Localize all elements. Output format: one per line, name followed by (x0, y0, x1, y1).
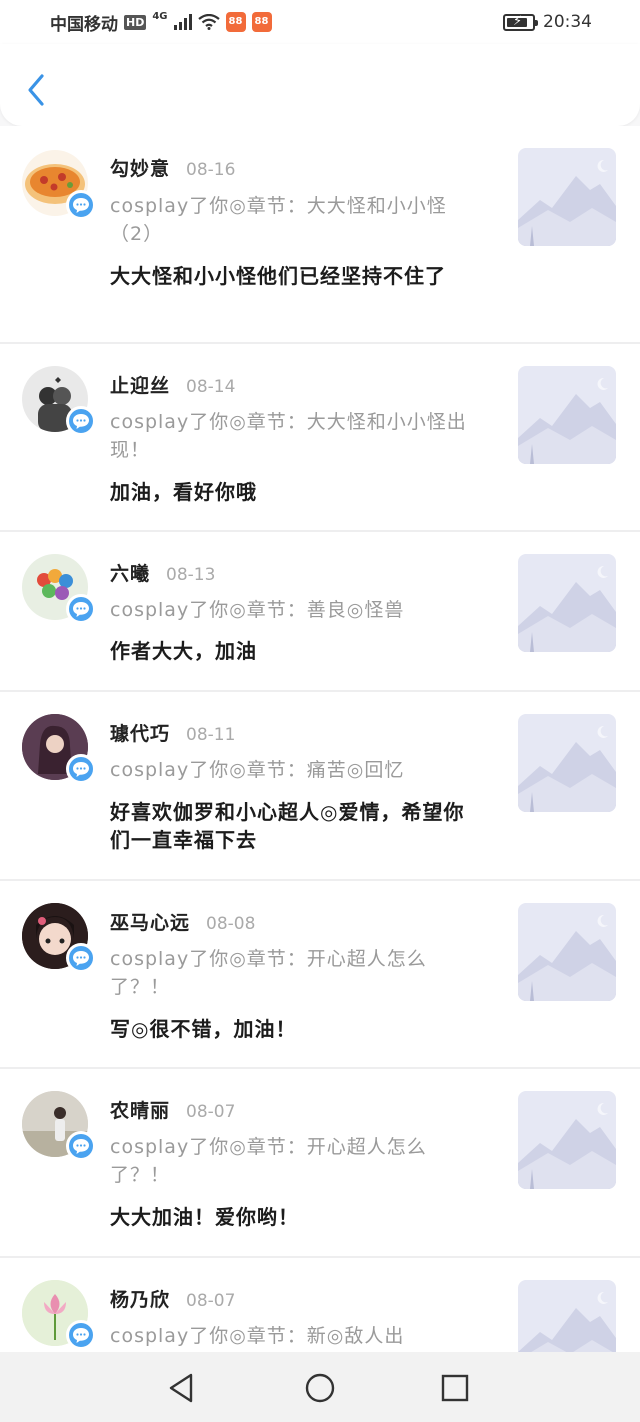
comment-badge-icon (66, 943, 96, 973)
comment-date: 08-08 (206, 914, 256, 934)
triangle-back-icon[interactable] (164, 1370, 200, 1406)
signal-icon (173, 14, 192, 30)
comment-badge-icon (66, 1131, 96, 1161)
app-header (0, 44, 640, 126)
avatar[interactable] (22, 1091, 96, 1161)
status-bar: 中国移动 HD 4G 88 88 ⚡ 20:34 (0, 0, 640, 44)
list-item[interactable]: 农晴丽 08-07 cosplay了你◎章节：开心超人怎么了？！ 大大加油！爱你… (0, 1069, 640, 1258)
comment-header: 勾妙意 08-16 (110, 154, 235, 181)
wifi-icon (197, 14, 220, 30)
avatar[interactable] (22, 1280, 96, 1350)
list-item[interactable]: 六曦 08-13 cosplay了你◎章节：善良◎怪兽 作者大大，加油 (0, 532, 640, 692)
user-name[interactable]: 六曦 (110, 559, 150, 586)
quoted-chapter: cosplay了你◎章节：开心超人怎么了？！ (110, 1136, 427, 1186)
carrier-name: 中国移动 (50, 14, 118, 35)
comment-text: 大大加油！爱你哟！ (110, 1205, 299, 1229)
comment-header: 璩代巧 08-11 (110, 719, 235, 746)
thumbnail-placeholder-image[interactable] (518, 554, 616, 652)
comment-text: 好喜欢伽罗和小心超人◎爱情，希望你们一直幸福下去 (110, 800, 465, 852)
square-recents-icon[interactable] (437, 1370, 473, 1406)
comment-header: 农晴丽 08-07 (110, 1096, 235, 1123)
quoted-chapter: cosplay了你◎章节：开心超人怎么了？！ (110, 948, 427, 998)
app-notification-icon: 88 (251, 12, 272, 32)
battery-icon: ⚡ (503, 13, 538, 31)
quoted-chapter: cosplay了你◎章节：大大怪和小小怪出现！ (110, 411, 467, 461)
system-nav-bar (0, 1352, 640, 1422)
comment-text: 作者大大，加油 (110, 639, 257, 663)
user-name[interactable]: 勾妙意 (110, 154, 170, 181)
comment-date: 08-16 (186, 160, 236, 180)
list-item[interactable]: 勾妙意 08-16 cosplay了你◎章节：大大怪和小小怪（2） 大大怪和小小… (0, 126, 640, 344)
status-left: 中国移动 HD 4G 88 88 (50, 10, 272, 35)
network-type: 4G (152, 11, 168, 22)
comment-badge-icon (66, 594, 96, 624)
quoted-chapter: cosplay了你◎章节：新◎敌人出 (110, 1325, 405, 1347)
status-right: ⚡ 20:34 (503, 10, 592, 34)
comment-badge-icon (66, 190, 96, 220)
comment-date: 08-14 (186, 377, 236, 397)
comment-list[interactable]: 勾妙意 08-16 cosplay了你◎章节：大大怪和小小怪（2） 大大怪和小小… (0, 126, 640, 1352)
avatar[interactable] (22, 903, 96, 973)
avatar[interactable] (22, 554, 96, 624)
user-name[interactable]: 杨乃欣 (110, 1285, 170, 1312)
app-notification-icon: 88 (225, 12, 246, 32)
comment-date: 08-11 (186, 725, 236, 745)
list-item[interactable]: 止迎丝 08-14 cosplay了你◎章节：大大怪和小小怪出现！ 加油，看好你… (0, 344, 640, 532)
quoted-chapter: cosplay了你◎章节：痛苦◎回忆 (110, 759, 405, 781)
thumbnail-placeholder-image[interactable] (518, 148, 616, 246)
comment-date: 08-13 (166, 565, 216, 585)
comment-header: 杨乃欣 08-07 (110, 1285, 235, 1312)
comment-date: 08-07 (186, 1102, 236, 1122)
thumbnail-placeholder-image[interactable] (518, 1280, 616, 1352)
avatar[interactable] (22, 150, 96, 220)
user-name[interactable]: 璩代巧 (110, 719, 170, 746)
avatar[interactable] (22, 366, 96, 436)
thumbnail-placeholder-image[interactable] (518, 714, 616, 812)
circle-home-icon[interactable] (302, 1370, 338, 1406)
charging-icon: ⚡ (513, 13, 523, 29)
comment-text: 加油，看好你哦 (110, 480, 257, 504)
list-item[interactable]: 巫马心远 08-08 cosplay了你◎章节：开心超人怎么了？！ 写◎很不错，… (0, 881, 640, 1069)
hd-badge: HD (124, 14, 147, 30)
thumbnail-placeholder-image[interactable] (518, 366, 616, 464)
user-name[interactable]: 农晴丽 (110, 1096, 170, 1123)
comment-header: 巫马心远 08-08 (110, 908, 255, 935)
user-name[interactable]: 止迎丝 (110, 371, 170, 398)
comment-badge-icon (66, 1320, 96, 1350)
quoted-chapter: cosplay了你◎章节：大大怪和小小怪（2） (110, 195, 447, 245)
thumbnail-placeholder-image[interactable] (518, 1091, 616, 1189)
user-name[interactable]: 巫马心远 (110, 908, 190, 935)
chevron-left-icon[interactable] (20, 70, 52, 110)
comment-text: 大大怪和小小怪他们已经坚持不住了 (110, 264, 446, 288)
list-item[interactable]: 璩代巧 08-11 cosplay了你◎章节：痛苦◎回忆 好喜欢伽罗和小心超人◎… (0, 692, 640, 881)
comment-date: 08-07 (186, 1291, 236, 1311)
quoted-chapter: cosplay了你◎章节：善良◎怪兽 (110, 599, 405, 621)
comment-badge-icon (66, 406, 96, 436)
comment-text: 写◎很不错，加油！ (110, 1017, 297, 1041)
comment-header: 止迎丝 08-14 (110, 371, 235, 398)
comment-header: 六曦 08-13 (110, 559, 215, 586)
thumbnail-placeholder-image[interactable] (518, 903, 616, 1001)
avatar[interactable] (22, 714, 96, 784)
list-item[interactable]: 杨乃欣 08-07 cosplay了你◎章节：新◎敌人出 (0, 1258, 640, 1352)
comment-badge-icon (66, 754, 96, 784)
clock: 20:34 (543, 12, 592, 32)
